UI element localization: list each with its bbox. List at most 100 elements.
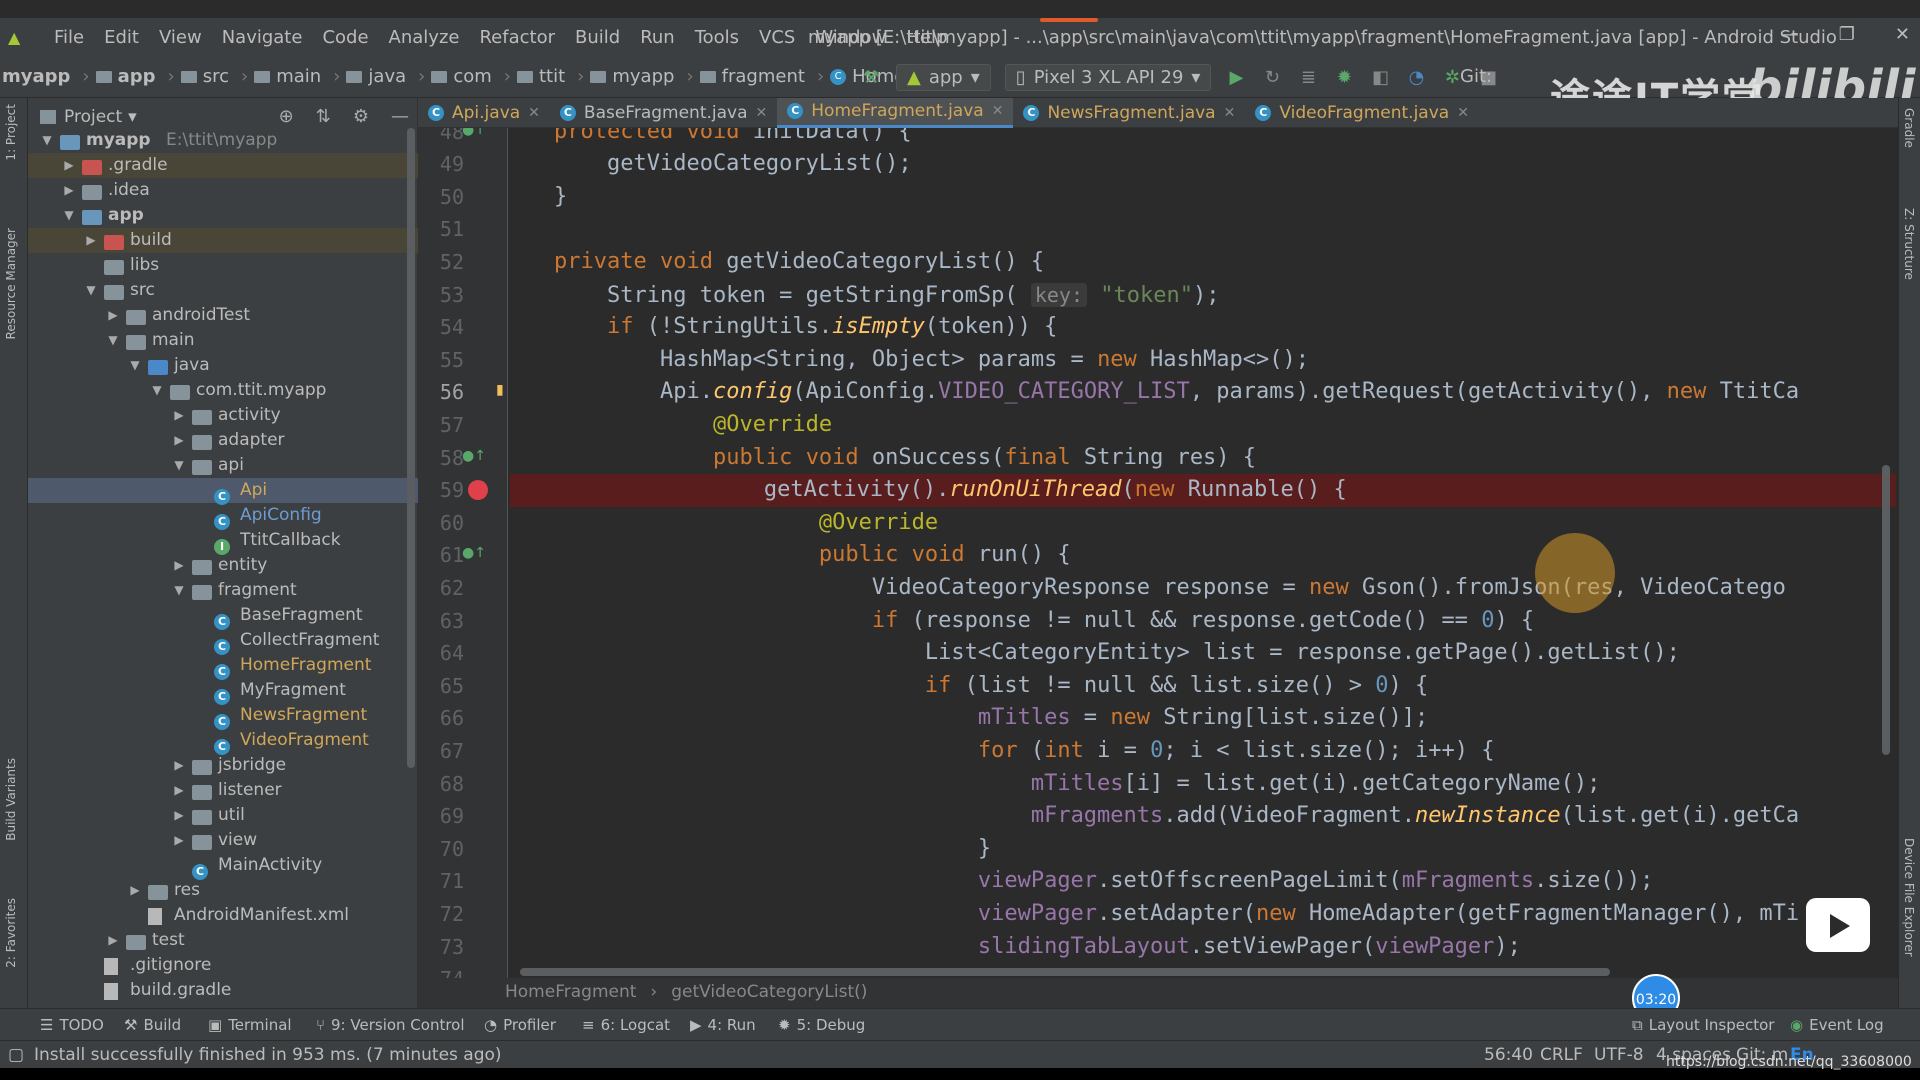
tree-item[interactable]: C ApiConfig [28, 503, 418, 530]
tree-item[interactable]: C MyFragment [28, 678, 418, 705]
tree-item[interactable]: ▶ util [28, 803, 418, 828]
override-marker-icon[interactable]: ●↑ [462, 545, 486, 561]
toolwindow-debug[interactable]: ✹ 5: Debug [778, 1016, 865, 1034]
tree-item[interactable]: ▼ myapp E:\ttit\myapp [28, 128, 418, 153]
code-line[interactable]: mFragments.add(VideoFragment.newInstance… [512, 800, 1898, 833]
breadcrumb-item[interactable]: src › [180, 66, 254, 87]
editor-gutter[interactable]: 48 49 50 51 52 53 54 55 56 57 58 59 60 61 62 63 64 65 66 67… [418, 128, 508, 980]
tree-item[interactable]: C NewsFragment [28, 703, 418, 730]
tab-build-variants[interactable]: Build Variants [4, 758, 18, 841]
line-number[interactable]: 56 [424, 380, 464, 404]
toolwindow-terminal[interactable]: ▣ Terminal [208, 1016, 292, 1034]
line-number[interactable]: 49 [424, 152, 464, 176]
breadcrumb-item[interactable]: ttit › [516, 66, 590, 87]
tree-item[interactable]: C Api [28, 478, 418, 505]
code-line[interactable]: VideoCategoryResponse response = new Gso… [512, 572, 1898, 605]
tree-item[interactable]: C VideoFragment [28, 728, 418, 755]
tree-item[interactable]: I TtitCallback [28, 528, 418, 555]
menu-vcs[interactable]: VCS [749, 27, 805, 48]
line-number[interactable]: 52 [424, 250, 464, 274]
tree-item[interactable]: build.gradle [28, 978, 418, 1003]
tree-item[interactable]: ▶ .gradle [28, 153, 418, 178]
code-line[interactable]: viewPager.setOffscreenPageLimit(mFragmen… [512, 865, 1898, 898]
coverage-icon[interactable]: ◧ [1369, 67, 1391, 89]
menu-build[interactable]: Build [565, 27, 630, 48]
menu-code[interactable]: Code [312, 27, 378, 48]
chevron-down-icon[interactable]: ▼ [106, 328, 120, 353]
rerun-icon[interactable]: ↻ [1261, 67, 1283, 89]
close-tab-icon[interactable]: ✕ [756, 105, 768, 121]
tree-item[interactable]: ▶ view [28, 828, 418, 853]
line-number[interactable]: 55 [424, 348, 464, 372]
tree-item[interactable]: ▶ activity [28, 403, 418, 428]
tree-item[interactable]: C CollectFragment [28, 628, 418, 655]
tree-item[interactable]: ▼ com.ttit.myapp [28, 378, 418, 403]
code-line[interactable]: public void onSuccess(final String res) … [512, 442, 1898, 475]
chevron-right-icon[interactable]: ▶ [84, 228, 98, 253]
code-line[interactable]: if (response != null && response.getCode… [512, 605, 1898, 638]
line-number[interactable]: 68 [424, 772, 464, 796]
code-line[interactable]: List<CategoryEntity> list = response.get… [512, 637, 1898, 670]
tree-item[interactable]: C HomeFragment [28, 653, 418, 680]
line-number[interactable]: 67 [424, 739, 464, 763]
breadcrumb-class[interactable]: HomeFragment [505, 982, 636, 1002]
line-separator[interactable]: CRLF [1540, 1045, 1583, 1065]
override-marker-icon[interactable]: ●↑ [462, 448, 486, 464]
gear-icon[interactable]: ⚙ [353, 106, 369, 127]
code-line[interactable]: private void getVideoCategoryList() { [512, 246, 1898, 279]
tree-item[interactable]: ▶ androidTest [28, 303, 418, 328]
menu-file[interactable]: File [44, 27, 94, 48]
tree-item[interactable]: ▼ api [28, 453, 418, 478]
chevron-right-icon[interactable]: ▶ [106, 303, 120, 328]
editor-tab[interactable]: C Api.java ✕ [418, 98, 550, 128]
code-line[interactable]: String token = getStringFromSp( key: "to… [512, 279, 1898, 312]
menu-edit[interactable]: Edit [94, 27, 149, 48]
chevron-right-icon[interactable]: ▶ [172, 778, 186, 803]
hide-icon[interactable]: — [391, 106, 409, 127]
project-view-select[interactable]: Project [64, 107, 122, 127]
editor-tab[interactable]: C NewsFragment.java ✕ [1013, 98, 1245, 128]
code-line[interactable]: getActivity().runOnUiThread(new Runnable… [510, 474, 1896, 507]
tree-item[interactable]: ▼ java [28, 353, 418, 378]
code-area[interactable]: protected void initData() { getVideoCate… [510, 128, 1898, 980]
code-line[interactable]: public void run() { [512, 539, 1898, 572]
tab-device-file-explorer[interactable]: Device File Explorer [1902, 838, 1916, 957]
tree-item[interactable]: ▶ entity [28, 553, 418, 578]
line-number[interactable]: 72 [424, 902, 464, 926]
tree-item[interactable]: ▼ fragment [28, 578, 418, 603]
code-line[interactable]: mTitles[i] = list.get(i).getCategoryName… [512, 768, 1898, 801]
tree-item[interactable]: AndroidManifest.xml [28, 903, 418, 928]
line-number[interactable]: 61 [424, 543, 464, 567]
close-tab-icon[interactable]: ✕ [1457, 105, 1469, 121]
device-select[interactable]: ▯ Pixel 3 XL API 29 ▾ [1004, 64, 1212, 91]
editor-horizontal-scrollbar[interactable] [520, 968, 1610, 976]
code-line[interactable]: for (int i = 0; i < list.size(); i++) { [512, 735, 1898, 768]
toolwindow-build[interactable]: ⚒ Build [124, 1016, 181, 1034]
code-line[interactable]: } [512, 181, 1898, 214]
chevron-right-icon[interactable]: ▶ [62, 178, 76, 203]
code-line[interactable] [512, 213, 1898, 246]
line-number[interactable]: 71 [424, 869, 464, 893]
line-number[interactable]: 69 [424, 804, 464, 828]
toolwindow-event-log[interactable]: ◉ Event Log [1790, 1016, 1884, 1034]
tree-item[interactable]: ▼ main [28, 328, 418, 353]
menu-run[interactable]: Run [630, 27, 685, 48]
tree-item[interactable]: ▶ build [28, 228, 418, 253]
tab-structure[interactable]: Z: Structure [1902, 208, 1916, 280]
run-icon[interactable]: ▶ [1225, 67, 1247, 89]
tree-item[interactable]: ▶ listener [28, 778, 418, 803]
code-line[interactable]: @Override [512, 409, 1898, 442]
chevron-right-icon[interactable]: ▶ [172, 553, 186, 578]
code-editor[interactable]: 48 49 50 51 52 53 54 55 56 57 58 59 60 61 62 63 64 65 66 67… [418, 128, 1898, 980]
line-number[interactable]: 62 [424, 576, 464, 600]
cursor-position[interactable]: 56:40 [1484, 1045, 1533, 1065]
menu-analyze[interactable]: Analyze [379, 27, 470, 48]
tree-item[interactable]: .gitignore [28, 953, 418, 978]
tree-item[interactable]: C MainActivity [28, 853, 418, 880]
tree-item[interactable]: libs [28, 253, 418, 278]
bulb-icon[interactable]: ▮ [496, 382, 504, 398]
tree-item[interactable]: ▶ test [28, 928, 418, 953]
code-line[interactable]: viewPager.setAdapter(new HomeAdapter(get… [512, 898, 1898, 931]
project-scrollbar[interactable] [407, 128, 415, 768]
code-line[interactable]: mTitles = new String[list.size()]; [512, 702, 1898, 735]
